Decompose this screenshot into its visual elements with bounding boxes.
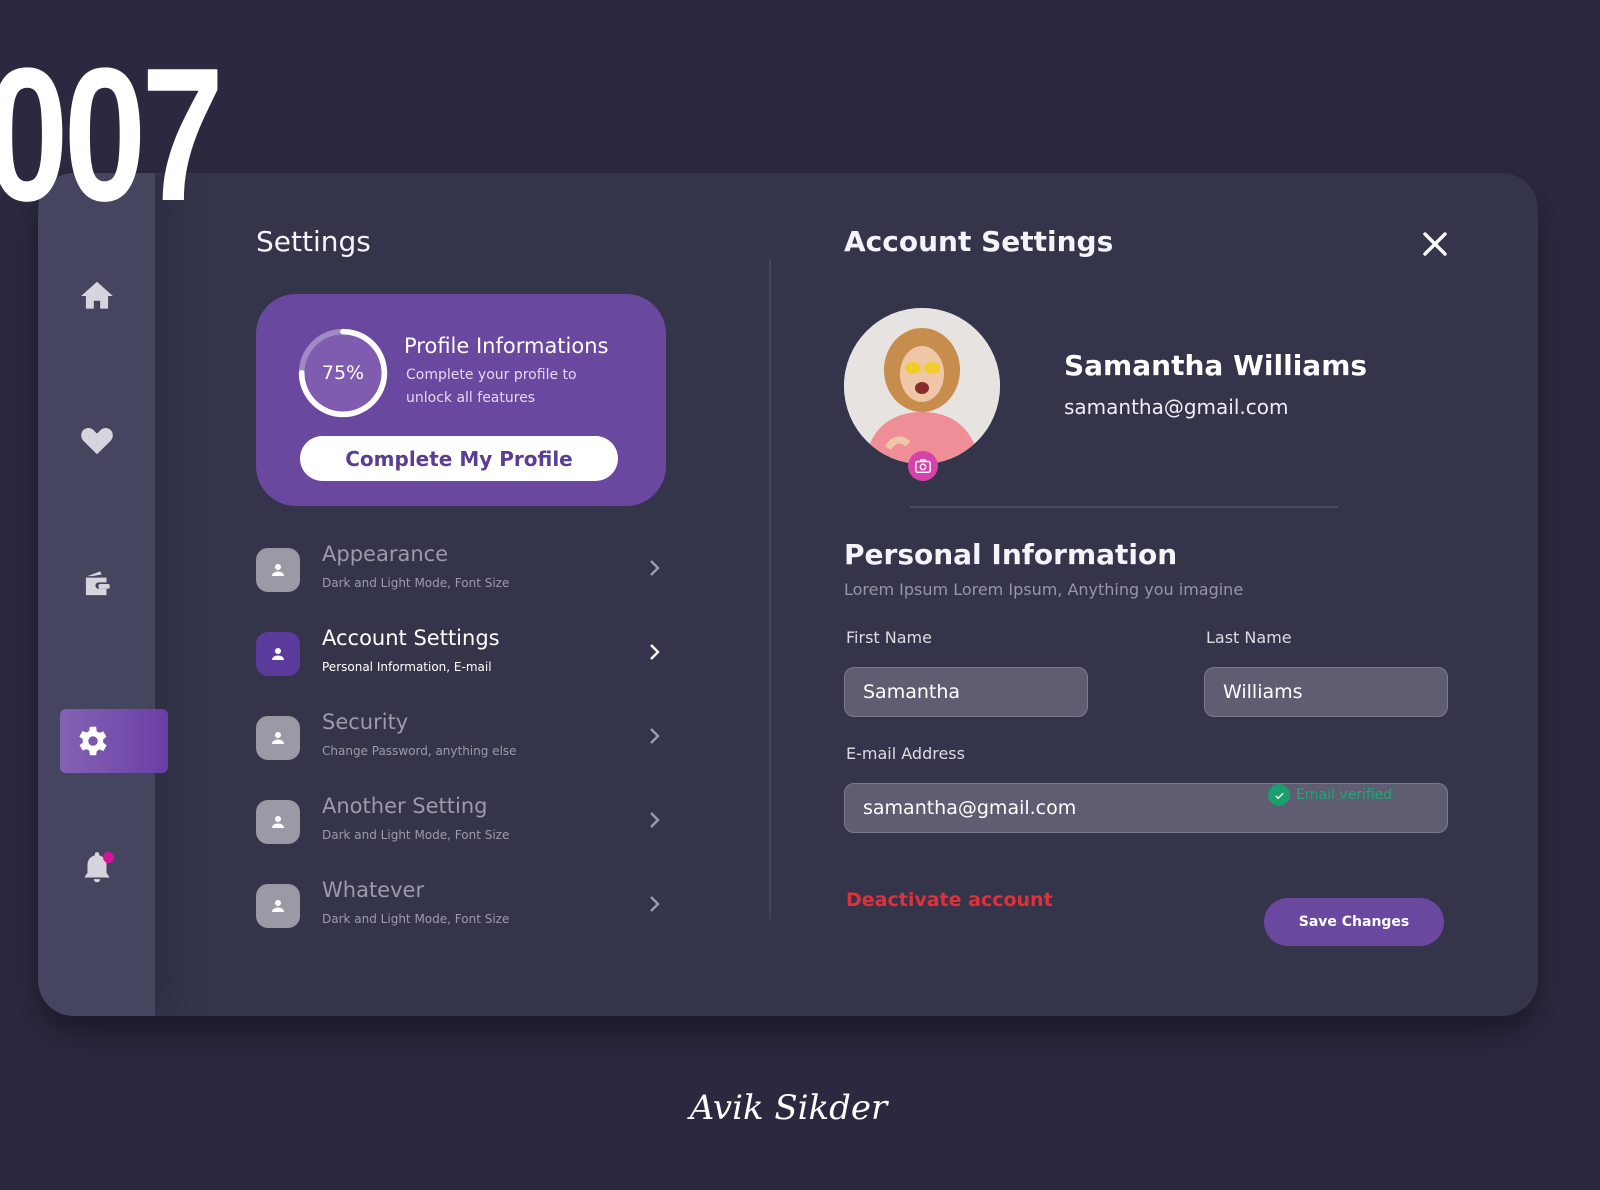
menu-item-subtitle: Change Password, anything else [322, 744, 517, 758]
account-settings-panel: Account Settings Samantha Williams saman… [844, 173, 1484, 1016]
menu-item-appearance[interactable]: Appearance Dark and Light Mode, Font Siz… [256, 542, 676, 632]
menu-item-subtitle: Dark and Light Mode, Font Size [322, 576, 510, 590]
section-divider [910, 506, 1338, 508]
menu-item-icon-box [256, 548, 300, 592]
avatar-photo [844, 308, 1000, 464]
menu-item-account-settings[interactable]: Account Settings Personal Information, E… [256, 626, 676, 716]
profile-card-subtitle: Complete your profile to unlock all feat… [406, 367, 577, 406]
first-name-label: First Name [846, 628, 932, 647]
panel-divider [769, 259, 771, 919]
wallet-icon [85, 571, 110, 596]
chevron-right-icon [650, 560, 660, 576]
chevron-right-icon [650, 728, 660, 744]
menu-item-title: Security [322, 710, 409, 734]
menu-item-subtitle: Dark and Light Mode, Font Size [322, 912, 510, 926]
menu-item-icon-box [256, 716, 300, 760]
account-settings-title: Account Settings [844, 225, 1114, 258]
sidebar-item-favorites[interactable] [38, 408, 155, 472]
designer-signature: Avik Sikder [689, 1088, 888, 1128]
menu-item-another-setting[interactable]: Another Setting Dark and Light Mode, Fon… [256, 794, 676, 884]
chevron-right-icon [650, 812, 660, 828]
save-changes-button[interactable]: Save Changes [1264, 898, 1444, 946]
chevron-right-icon [650, 644, 660, 660]
user-icon [272, 900, 284, 912]
sidebar-item-settings[interactable] [60, 709, 168, 773]
shot-number: 007 [0, 29, 224, 241]
sidebar-item-notifications[interactable] [38, 836, 155, 900]
menu-item-title: Whatever [322, 878, 425, 902]
profile-completion-card: 75% Profile Informations Complete your p… [256, 294, 666, 506]
first-name-field[interactable] [844, 667, 1088, 717]
settings-panel: Settings 75% Profile Informations Comple… [256, 173, 776, 1016]
avatar [844, 308, 1000, 464]
menu-item-icon-box [256, 632, 300, 676]
email-verified-badge: Email verified [1268, 784, 1392, 806]
user-name: Samantha Williams [1064, 349, 1368, 382]
user-email: samantha@gmail.com [1064, 395, 1289, 419]
settings-window: Settings 75% Profile Informations Comple… [38, 173, 1538, 1016]
notification-badge [103, 852, 114, 863]
deactivate-account-link[interactable]: Deactivate account [846, 889, 1053, 911]
last-name-field[interactable] [1204, 667, 1448, 717]
home-icon [80, 281, 113, 309]
complete-profile-button[interactable]: Complete My Profile [300, 436, 618, 481]
personal-info-title: Personal Information [844, 538, 1178, 571]
menu-item-security[interactable]: Security Change Password, anything else [256, 710, 676, 800]
user-icon [272, 564, 284, 576]
menu-item-icon-box [256, 800, 300, 844]
menu-item-subtitle: Dark and Light Mode, Font Size [322, 828, 510, 842]
settings-menu: Appearance Dark and Light Mode, Font Siz… [256, 542, 676, 968]
gear-icon [79, 726, 107, 756]
menu-item-title: Another Setting [322, 794, 488, 818]
last-name-label: Last Name [1206, 628, 1292, 647]
check-circle-icon [1268, 784, 1290, 806]
user-icon [272, 732, 284, 744]
menu-item-subtitle: Personal Information, E-mail [322, 660, 492, 674]
sidebar-item-home[interactable] [38, 264, 155, 328]
menu-item-title: Appearance [322, 542, 449, 566]
personal-info-subtitle: Lorem Ipsum Lorem Ipsum, Anything you im… [844, 580, 1244, 599]
progress-label: 75% [321, 362, 365, 384]
close-icon[interactable] [1420, 229, 1450, 259]
email-label: E-mail Address [846, 744, 965, 763]
user-icon [272, 816, 284, 828]
chevron-right-icon [650, 896, 660, 912]
profile-card-title: Profile Informations [404, 334, 609, 358]
menu-item-icon-box [256, 884, 300, 928]
menu-item-whatever[interactable]: Whatever Dark and Light Mode, Font Size [256, 878, 676, 968]
sidebar-item-wallet[interactable] [38, 552, 155, 616]
sidebar [38, 173, 168, 1016]
settings-title: Settings [256, 225, 371, 258]
change-photo-button[interactable] [908, 451, 938, 481]
menu-item-title: Account Settings [322, 626, 500, 650]
user-icon [272, 648, 284, 660]
heart-icon [80, 427, 113, 455]
email-verified-text: Email verified [1296, 787, 1393, 803]
camera-icon [915, 458, 931, 474]
